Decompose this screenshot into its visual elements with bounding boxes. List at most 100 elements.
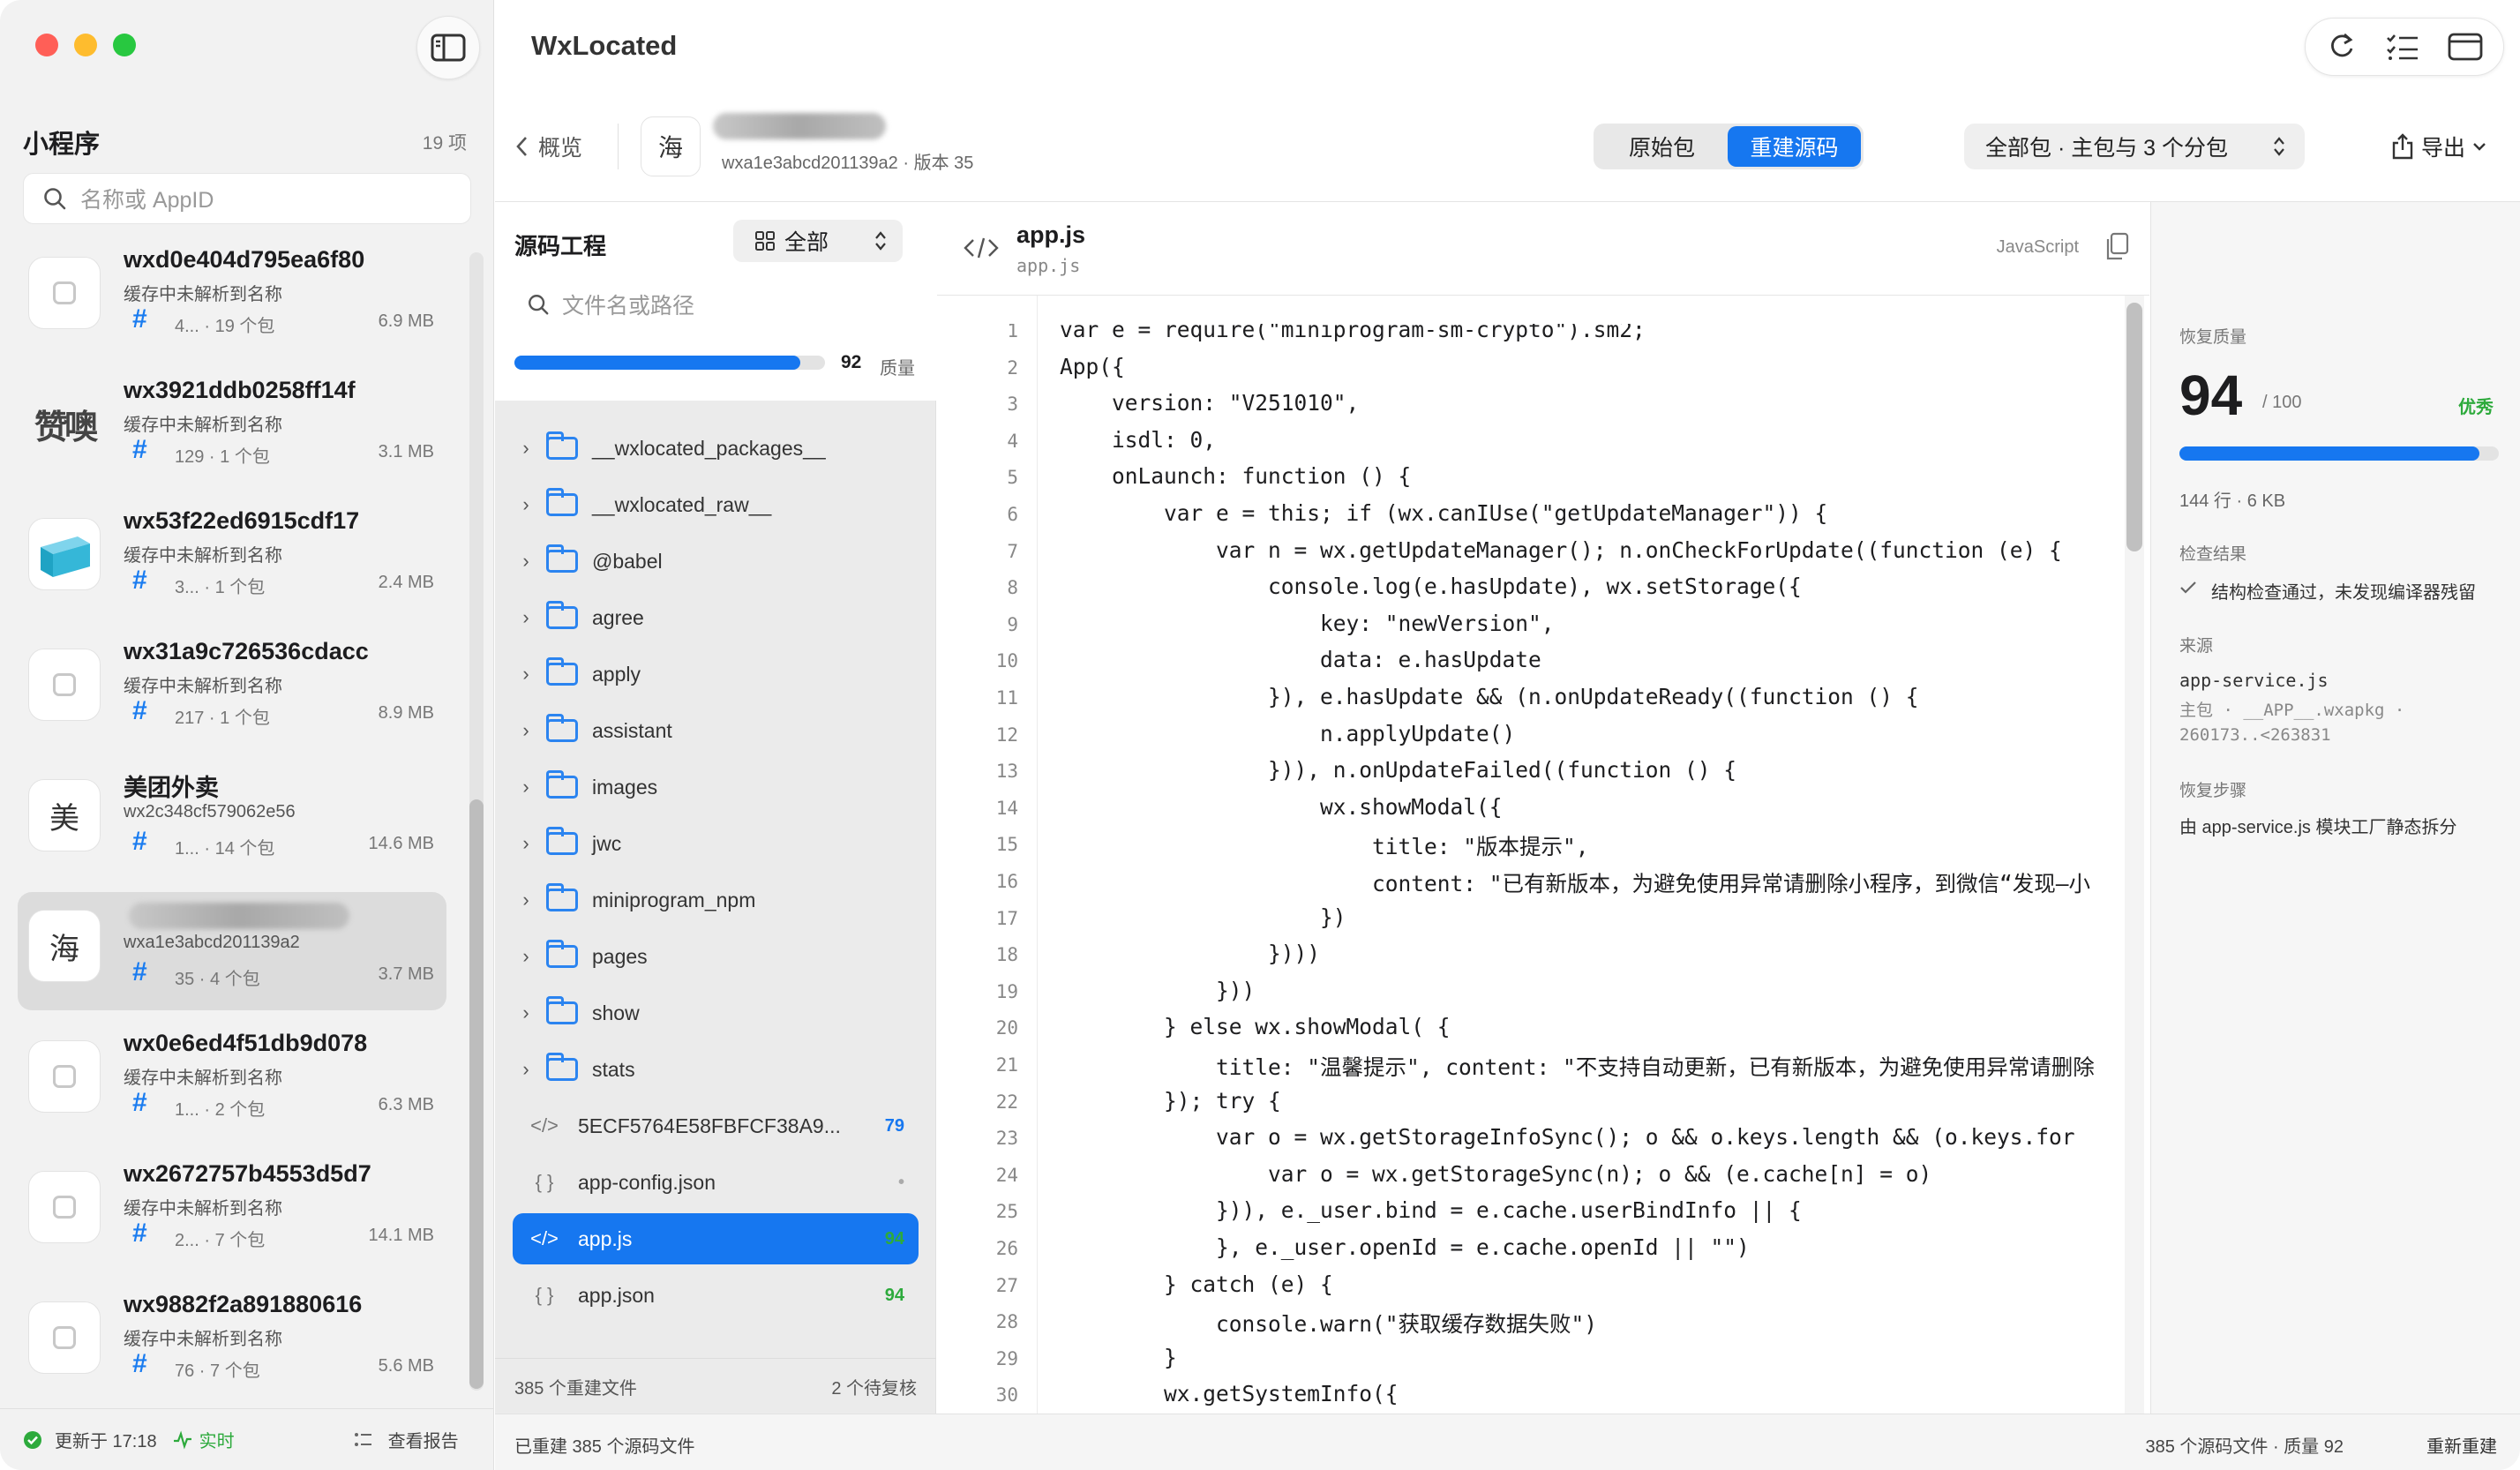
miniprogram-list-item[interactable]: 海 wxa1e3abcd201139a2 #35 · 4 个包 3.7 MB <box>18 892 446 1010</box>
sidebar-toggle-button[interactable] <box>416 16 480 79</box>
editor-scroll-thumb[interactable] <box>2126 303 2142 551</box>
sidebar-icon <box>431 34 466 62</box>
file-row[interactable]: </> app.js 94 <box>513 1213 919 1264</box>
copy-icon[interactable] <box>2104 232 2130 262</box>
chevron-right-icon[interactable]: › <box>513 889 539 911</box>
file-tree-panel: 源码工程 全部 文件名或路径 92 质量 › __wxlocated_packag… <box>495 202 936 1414</box>
miniprogram-list-item[interactable]: wx31a9c726536cdacc 缓存中未解析到名称 #217 · 1 个包 8.… <box>18 631 446 749</box>
file-filter-select[interactable]: 全部 <box>733 220 903 262</box>
hash-icon: # <box>132 1349 147 1378</box>
miniprogram-list-item[interactable]: 赞噢 wx3921ddb0258ff14f 缓存中未解析到名称 #129 · 1 个包… <box>18 370 446 488</box>
folder-row[interactable]: › __wxlocated_packages__ <box>513 423 919 474</box>
app-subtitle: 缓存中未解析到名称 <box>124 677 282 696</box>
folder-row[interactable]: › apply <box>513 649 919 700</box>
code-editor-panel: app.js app.js JavaScript 1 var e = requir… <box>937 202 2149 1414</box>
app-size: 3.7 MB <box>378 964 434 984</box>
miniprogram-list-item[interactable]: wx9882f2a891880616 缓存中未解析到名称 #76 · 7 个包 5.6… <box>18 1284 446 1402</box>
app-size: 14.6 MB <box>368 834 434 853</box>
folder-icon <box>546 544 578 573</box>
app-placeholder-icon <box>28 1040 101 1113</box>
export-button[interactable]: 导出 <box>2391 131 2486 162</box>
status-left: 已重建 385 个源码文件 <box>514 1437 695 1457</box>
miniprogram-search-input[interactable]: 名称或 AppID <box>23 173 471 224</box>
folder-icon <box>546 431 578 460</box>
chevron-right-icon[interactable]: › <box>513 1058 539 1081</box>
chevron-updown-icon <box>875 231 886 251</box>
chevron-right-icon[interactable]: › <box>513 776 539 799</box>
folder-row[interactable]: › jwc <box>513 818 919 869</box>
sidebar: 小程序 19 项 名称或 AppID wxd0e404d795ea6f80 缓存中… <box>0 0 494 1470</box>
window-icon[interactable] <box>2448 32 2483 62</box>
app-name: 美团外卖 <box>124 775 219 801</box>
chevron-right-icon[interactable]: › <box>513 663 539 686</box>
miniprogram-list-item[interactable]: wx2672757b4553d5d7 缓存中未解析到名称 #2... · 7 个包 1… <box>18 1153 446 1271</box>
miniprogram-list-item[interactable]: wx53f22ed6915cdf17 缓存中未解析到名称 #3... · 1 个包 2… <box>18 500 446 619</box>
line-text: } else wx.showModal( { <box>1060 1014 1451 1040</box>
line-number: 17 <box>995 907 1018 929</box>
chevron-right-icon[interactable]: › <box>513 606 539 629</box>
line-text: })) <box>1060 977 1256 1003</box>
chevron-right-icon[interactable]: › <box>513 1001 539 1024</box>
back-to-overview-button[interactable]: 概览 <box>515 131 582 162</box>
tab-rebuilt-source[interactable]: 重建源码 <box>1728 126 1861 167</box>
close-window-button[interactable] <box>35 34 58 56</box>
code-line: 3 version: "V251010", <box>937 390 1359 424</box>
line-number: 28 <box>995 1311 1018 1333</box>
file-search-placeholder: 文件名或路径 <box>562 294 695 319</box>
rebuild-button[interactable]: 重新重建 <box>2426 1432 2497 1458</box>
folder-row[interactable]: › stats <box>513 1044 919 1095</box>
checklist-icon[interactable] <box>2385 31 2420 63</box>
sidebar-scroll-thumb[interactable] <box>469 799 484 1389</box>
file-row[interactable]: </> 5ECF5764E58FBFCF38A9... 79 <box>513 1100 919 1151</box>
folder-row[interactable]: › assistant <box>513 705 919 756</box>
file-row[interactable]: { } app-config.json • <box>513 1157 919 1208</box>
refresh-icon[interactable] <box>2326 31 2358 63</box>
file-row[interactable]: { } app.json 94 <box>513 1270 919 1321</box>
app-meta: 217 · 1 个包 <box>175 709 270 728</box>
app-meta: 1... · 2 个包 <box>175 1100 266 1120</box>
chevron-right-icon[interactable]: › <box>513 437 539 460</box>
code-line: 21 title: "温馨提示", content: "不支持自动更新，已有新版… <box>937 1051 2095 1084</box>
file-search-input[interactable]: 文件名或路径 <box>527 289 694 320</box>
folder-row[interactable]: › agree <box>513 592 919 643</box>
chevron-right-icon[interactable]: › <box>513 945 539 968</box>
file-quality-score: 94 <box>884 1228 904 1249</box>
package-select[interactable]: 全部包 · 主包与 3 个分包 <box>1964 124 2305 169</box>
line-text: var e = this; if (wx.canIUse("getUpdateM… <box>1060 500 1828 526</box>
check-result-text: 结构检查通过，未发现编译器残留 <box>2211 583 2476 603</box>
chevron-right-icon[interactable]: › <box>513 832 539 855</box>
recovery-quality-label: 恢复质量 <box>2179 328 2247 347</box>
app-logo-icon: 赞噢 <box>34 409 98 446</box>
folder-row[interactable]: › __wxlocated_raw__ <box>513 479 919 530</box>
minimize-window-button[interactable] <box>74 34 97 56</box>
miniprogram-list-item[interactable]: 美美团外卖 wx2c348cf579062e56 #1... · 14 个包 14.6… <box>18 761 446 880</box>
view-report-link[interactable]: 查看报告 <box>388 1427 459 1452</box>
code-line: 19 })) <box>937 978 1256 1011</box>
folder-row[interactable]: › images <box>513 761 919 813</box>
code-line: 1 var e = require("miniprogram-sm-crypto"… <box>937 324 1645 350</box>
folder-row[interactable]: › @babel <box>513 536 919 587</box>
folder-row[interactable]: › pages <box>513 931 919 982</box>
zoom-window-button[interactable] <box>113 34 136 56</box>
app-name: wx31a9c726536cdacc <box>124 638 369 664</box>
app-meta: 2... · 7 个包 <box>175 1231 266 1250</box>
app-name: wx3921ddb0258ff14f <box>124 377 356 403</box>
miniprogram-list-item[interactable]: wx0e6ed4f51db9d078 缓存中未解析到名称 #1... · 2 个包 6… <box>18 1023 446 1141</box>
line-number: 25 <box>995 1201 1018 1223</box>
code-line: 12 n.applyUpdate() <box>937 721 1516 754</box>
code-line: 10 data: e.hasUpdate <box>937 647 1541 680</box>
chevron-right-icon[interactable]: › <box>513 719 539 742</box>
folder-row[interactable]: › miniprogram_npm <box>513 874 919 926</box>
miniprogram-list-item[interactable]: wxd0e404d795ea6f80 缓存中未解析到名称 #4... · 19 个包… <box>18 244 446 357</box>
code-line: 23 var o = wx.getStorageInfoSync(); o &&… <box>937 1124 2075 1158</box>
tab-original-package[interactable]: 原始包 <box>1596 126 1728 167</box>
line-number: 4 <box>1007 430 1018 452</box>
folder-row[interactable]: › show <box>513 987 919 1039</box>
code-file-icon: </> <box>530 1227 559 1249</box>
chevron-right-icon[interactable]: › <box>513 493 539 516</box>
code-content[interactable]: 1 var e = require("miniprogram-sm-crypto"… <box>937 324 2119 1414</box>
chevron-right-icon[interactable]: › <box>513 550 539 573</box>
view-mode-segmented: 原始包 重建源码 <box>1594 124 1864 169</box>
hash-icon: # <box>132 435 147 464</box>
line-text: wx.showModal({ <box>1060 793 1503 820</box>
